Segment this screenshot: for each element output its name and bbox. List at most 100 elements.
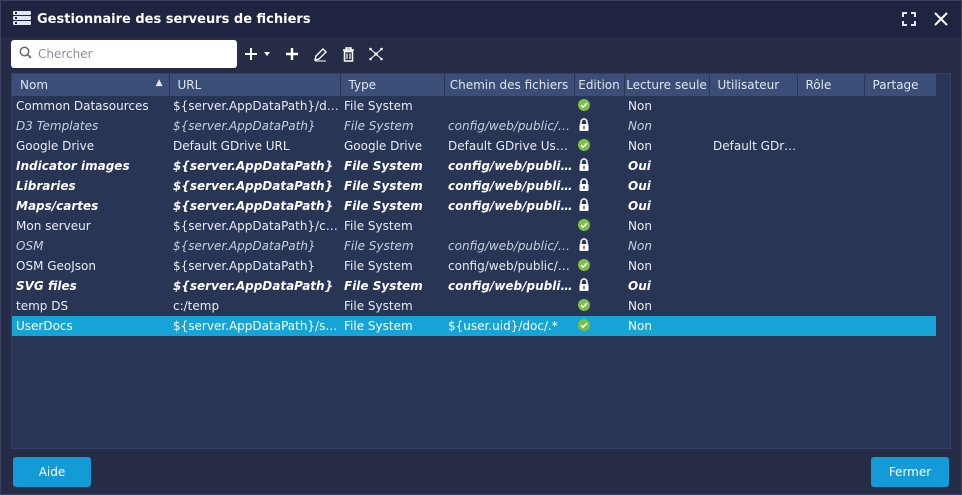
cell-readonly: Non xyxy=(624,316,709,336)
add-dropdown-icon[interactable] xyxy=(243,43,275,65)
table-row[interactable]: OSM ${server.AppDataPath} File System confi… xyxy=(12,236,936,256)
cell-role xyxy=(797,176,864,196)
cell-name: SVG files xyxy=(16,279,77,293)
cell-role xyxy=(797,216,864,236)
cell-type: File System xyxy=(344,219,413,233)
cell-name: Mon serveur xyxy=(16,219,91,233)
cell-type: File System xyxy=(344,299,413,313)
column-header-role[interactable]: Rôle xyxy=(797,74,865,96)
cell-path xyxy=(444,216,574,236)
column-header-url[interactable]: URL xyxy=(169,74,341,96)
cell-name: Maps/cartes xyxy=(16,199,99,213)
column-header-name[interactable]: Nom ▲ xyxy=(12,74,170,96)
cell-edition xyxy=(574,116,624,136)
lock-icon xyxy=(578,178,590,194)
cell-edition xyxy=(574,276,624,296)
column-header-type[interactable]: Type xyxy=(340,74,445,96)
check-icon xyxy=(578,298,590,314)
cell-share xyxy=(864,296,936,316)
servers-table-container: Nom ▲ URL Type Chemin des fichiers Editi… xyxy=(11,73,951,449)
search-input[interactable] xyxy=(38,47,218,61)
cell-role xyxy=(797,96,864,116)
cell-readonly: Non xyxy=(628,239,652,253)
cell-readonly: Oui xyxy=(628,179,651,193)
cell-url: ${server.AppDataPath}/con... xyxy=(173,219,340,233)
table-row[interactable]: Common Datasources ${server.AppDataPath}/… xyxy=(12,96,936,116)
cell-edition xyxy=(574,96,624,116)
cell-readonly: Non xyxy=(628,99,652,113)
cell-path: ${user.uid}/doc/.* xyxy=(444,316,574,336)
table-row[interactable]: Indicator images ${server.AppDataPath} Fil… xyxy=(12,156,936,176)
cell-name: D3 Templates xyxy=(16,119,99,133)
cell-type: File System xyxy=(344,99,413,113)
table-row[interactable]: Libraries ${server.AppDataPath} File Syste… xyxy=(12,176,936,196)
cell-readonly: Oui xyxy=(628,279,651,293)
cell-edition xyxy=(574,196,624,216)
cell-user xyxy=(709,256,797,276)
cell-name: Common Datasources xyxy=(16,99,149,113)
table-row[interactable]: UserDocs ${server.AppDataPath}/server File… xyxy=(12,316,936,336)
close-icon[interactable] xyxy=(931,9,951,29)
help-button[interactable]: Aide xyxy=(13,457,91,487)
table-row[interactable]: Maps/cartes ${server.AppDataPath} File Sys… xyxy=(12,196,936,216)
cell-edition xyxy=(574,216,624,236)
cell-user xyxy=(709,156,797,176)
add-icon[interactable] xyxy=(281,43,303,65)
cell-edition xyxy=(574,136,624,156)
cell-role xyxy=(797,236,864,256)
cell-user xyxy=(709,196,797,216)
cell-share xyxy=(864,176,936,196)
edit-icon[interactable] xyxy=(309,43,331,65)
network-icon[interactable] xyxy=(365,43,387,65)
cell-role xyxy=(797,156,864,176)
cell-type: File System xyxy=(344,279,423,293)
fullscreen-icon[interactable] xyxy=(899,9,919,29)
cell-role xyxy=(797,256,864,276)
cell-user xyxy=(709,296,797,316)
table-row[interactable]: temp DS c:/temp File System Non xyxy=(12,296,936,316)
cell-share xyxy=(864,156,936,176)
cell-path: config/web/public/m... xyxy=(448,259,574,273)
lock-icon xyxy=(578,118,590,134)
cell-edition xyxy=(574,316,624,336)
table-row[interactable]: OSM GeoJson ${server.AppDataPath} File Sys… xyxy=(12,256,936,276)
close-button[interactable]: Fermer xyxy=(871,457,949,487)
column-header-edition[interactable]: Edition xyxy=(574,74,625,96)
cell-url: ${server.AppDataPath} xyxy=(173,179,334,193)
lock-icon xyxy=(578,278,590,294)
column-header-readonly[interactable]: Lecture seule xyxy=(624,74,710,96)
cell-share xyxy=(864,276,936,296)
cell-role xyxy=(797,196,864,216)
column-header-user[interactable]: Utilisateur xyxy=(709,74,798,96)
lock-icon xyxy=(578,198,590,214)
column-header-path[interactable]: Chemin des fichiers xyxy=(444,74,575,96)
servers-table: Nom ▲ URL Type Chemin des fichiers Editi… xyxy=(12,74,937,336)
cell-readonly: Non xyxy=(628,299,652,313)
check-icon xyxy=(578,138,590,154)
toolbar xyxy=(11,39,951,69)
cell-url: ${server.AppDataPath} xyxy=(173,259,316,273)
cell-readonly: Non xyxy=(628,219,652,233)
search-icon xyxy=(19,46,32,62)
table-row[interactable]: Mon serveur ${server.AppDataPath}/con... F… xyxy=(12,216,936,236)
cell-url: ${server.AppDataPath} xyxy=(173,159,334,173)
cell-user xyxy=(709,236,797,256)
table-row[interactable]: SVG files ${server.AppDataPath} File Syste… xyxy=(12,276,936,296)
cell-share xyxy=(864,136,936,156)
check-icon xyxy=(578,218,590,234)
cell-name: OSM xyxy=(16,239,44,253)
cell-name: Google Drive xyxy=(16,139,95,153)
table-row[interactable]: Google Drive Default GDrive URL Google Dri… xyxy=(12,136,936,156)
table-row[interactable]: D3 Templates ${server.AppDataPath} File Sy… xyxy=(12,116,936,136)
delete-icon[interactable] xyxy=(337,43,359,65)
cell-type: Google Drive xyxy=(344,139,423,153)
column-header-share[interactable]: Partage xyxy=(864,74,937,96)
lock-icon xyxy=(578,238,590,254)
cell-url: ${server.AppDataPath} xyxy=(173,119,316,133)
cell-path: config/web/public/in... xyxy=(448,159,574,173)
cell-share xyxy=(864,196,936,216)
cell-name: temp DS xyxy=(16,299,69,313)
check-icon xyxy=(578,258,590,274)
cell-role xyxy=(797,136,864,156)
cell-role xyxy=(797,116,864,136)
